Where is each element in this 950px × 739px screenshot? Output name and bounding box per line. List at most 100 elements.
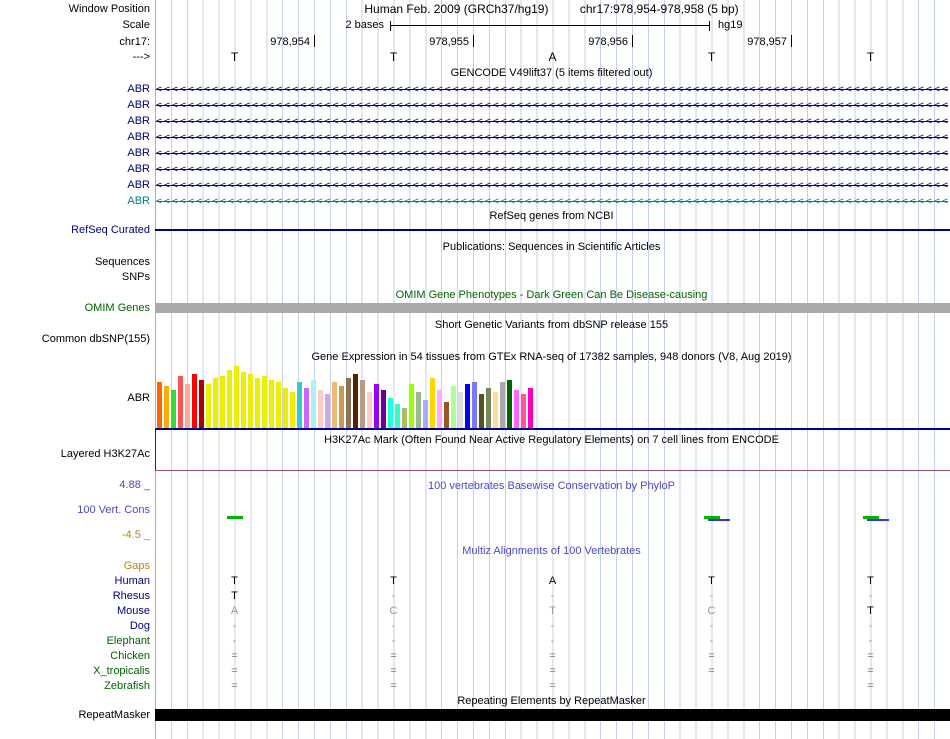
gtex-track-title[interactable]: Gene Expression in 54 tissues from GTEx … (155, 351, 948, 364)
gencode-item-label[interactable]: ABR (0, 147, 150, 160)
gtex-expression-bar[interactable] (192, 374, 197, 428)
gtex-expression-bar[interactable] (171, 390, 176, 428)
common-dbsnp-label[interactable]: Common dbSNP(155) (0, 333, 150, 346)
gtex-expression-bar[interactable] (409, 384, 414, 428)
gtex-expression-bar[interactable] (339, 386, 344, 428)
gtex-expression-bar[interactable] (493, 392, 498, 428)
refseq-track-title[interactable]: RefSeq genes from NCBI (155, 210, 948, 223)
gtex-expression-bar[interactable] (416, 392, 421, 428)
gencode-transcript[interactable]: <<<<<<<<<<<<<<<<<<<<<<<<<<<<<<<<<<<<<<<<… (156, 115, 948, 128)
gtex-expression-bar[interactable] (199, 380, 204, 428)
gtex-expression-bar[interactable] (332, 382, 337, 428)
multiz-species-label[interactable]: Gaps (0, 560, 150, 573)
gencode-item-label[interactable]: ABR (0, 179, 150, 192)
gtex-expression-bar[interactable] (185, 384, 190, 428)
gtex-expression-bar[interactable] (479, 394, 484, 428)
omim-genes-label[interactable]: OMIM Genes (0, 302, 150, 315)
gtex-expression-bar[interactable] (234, 366, 239, 428)
gtex-expression-bar[interactable] (423, 400, 428, 428)
gtex-expression-bar[interactable] (444, 402, 449, 428)
gencode-transcript[interactable]: <<<<<<<<<<<<<<<<<<<<<<<<<<<<<<<<<<<<<<<<… (156, 131, 948, 144)
multiz-species-label[interactable]: X_tropicalis (0, 665, 150, 678)
publications-snps-label[interactable]: SNPs (0, 271, 150, 284)
gencode-item-label[interactable]: ABR (0, 115, 150, 128)
gencode-track-title[interactable]: GENCODE V49lift37 (5 items filtered out) (155, 67, 948, 80)
publications-track-title[interactable]: Publications: Sequences in Scientific Ar… (155, 241, 948, 254)
multiz-track-title[interactable]: Multiz Alignments of 100 Vertebrates (155, 545, 948, 558)
gtex-expression-bar[interactable] (388, 398, 393, 428)
gtex-expression-bar[interactable] (437, 390, 442, 428)
gtex-expression-bar[interactable] (325, 394, 330, 428)
multiz-species-label[interactable]: Elephant (0, 635, 150, 648)
gencode-transcript[interactable]: <<<<<<<<<<<<<<<<<<<<<<<<<<<<<<<<<<<<<<<<… (156, 147, 948, 160)
gencode-item-label[interactable]: ABR (0, 131, 150, 144)
repeatmasker-element-bar[interactable] (155, 709, 950, 721)
gtex-expression-bar[interactable] (318, 390, 323, 428)
gtex-expression-bar[interactable] (206, 384, 211, 428)
gtex-expression-bar[interactable] (458, 392, 463, 428)
gencode-item-label[interactable]: ABR (0, 83, 150, 96)
gtex-expression-bar[interactable] (374, 384, 379, 428)
repeatmasker-track-title[interactable]: Repeating Elements by RepeatMasker (155, 695, 948, 708)
gtex-expression-bar[interactable] (507, 380, 512, 428)
gencode-transcript[interactable]: <<<<<<<<<<<<<<<<<<<<<<<<<<<<<<<<<<<<<<<<… (156, 99, 948, 112)
gtex-expression-bar[interactable] (353, 374, 358, 428)
vert-cons-label[interactable]: 100 Vert. Cons (0, 504, 150, 517)
gtex-expression-bar[interactable] (213, 378, 218, 428)
gtex-expression-bar[interactable] (276, 382, 281, 428)
gtex-expression-bar[interactable] (255, 378, 260, 428)
gtex-expression-bar[interactable] (220, 376, 225, 428)
dbsnp-track-title[interactable]: Short Genetic Variants from dbSNP releas… (155, 319, 948, 332)
multiz-species-label[interactable]: Human (0, 575, 150, 588)
multiz-species-label[interactable]: Zebrafish (0, 680, 150, 693)
gtex-expression-bar[interactable] (486, 388, 491, 428)
gtex-expression-bar[interactable] (262, 376, 267, 428)
gtex-expression-bar[interactable] (248, 374, 253, 428)
gtex-expression-bar[interactable] (269, 380, 274, 428)
gtex-expression-bar[interactable] (514, 390, 519, 428)
gtex-expression-bar[interactable] (346, 378, 351, 428)
multiz-species-label[interactable]: Chicken (0, 650, 150, 663)
gtex-expression-bar[interactable] (227, 370, 232, 428)
gtex-expression-bar[interactable] (472, 382, 477, 428)
gtex-expression-bar[interactable] (164, 386, 169, 428)
multiz-species-label[interactable]: Rhesus (0, 590, 150, 603)
omim-gene-bar[interactable] (155, 303, 950, 313)
refseq-curated-label[interactable]: RefSeq Curated (0, 224, 150, 237)
phylop-track-title[interactable]: 100 vertebrates Basewise Conservation by… (155, 480, 948, 493)
refseq-curated-gene-bar[interactable] (155, 229, 950, 231)
gencode-transcript[interactable]: <<<<<<<<<<<<<<<<<<<<<<<<<<<<<<<<<<<<<<<<… (156, 179, 948, 192)
gtex-expression-bar[interactable] (241, 372, 246, 428)
publications-sequences-label[interactable]: Sequences (0, 256, 150, 269)
gtex-gene-label[interactable]: ABR (0, 392, 150, 405)
gtex-expression-bar[interactable] (395, 404, 400, 428)
gtex-expression-bar[interactable] (367, 392, 372, 428)
gtex-expression-bar[interactable] (465, 384, 470, 428)
gencode-item-label[interactable]: ABR (0, 163, 150, 176)
gtex-expression-bar[interactable] (402, 408, 407, 428)
gtex-expression-bar[interactable] (430, 378, 435, 428)
h3k27ac-track-title[interactable]: H3K27Ac Mark (Often Found Near Active Re… (155, 434, 948, 447)
gtex-expression-bar[interactable] (290, 392, 295, 428)
gencode-transcript[interactable]: <<<<<<<<<<<<<<<<<<<<<<<<<<<<<<<<<<<<<<<<… (156, 83, 948, 96)
gtex-expression-bar[interactable] (178, 376, 183, 428)
gtex-expression-bar[interactable] (297, 382, 302, 428)
gencode-item-label[interactable]: ABR (0, 195, 150, 208)
multiz-species-label[interactable]: Mouse (0, 605, 150, 618)
gtex-expression-bar[interactable] (157, 382, 162, 428)
omim-track-title[interactable]: OMIM Gene Phenotypes - Dark Green Can Be… (155, 289, 948, 302)
gtex-expression-bar[interactable] (521, 394, 526, 428)
gencode-item-label[interactable]: ABR (0, 99, 150, 112)
gtex-expression-bar[interactable] (381, 390, 386, 428)
repeatmasker-label[interactable]: RepeatMasker (0, 709, 150, 722)
multiz-species-label[interactable]: Dog (0, 620, 150, 633)
gtex-expression-bar[interactable] (451, 386, 456, 428)
gtex-expression-bar[interactable] (311, 380, 316, 428)
layered-h3k27ac-label[interactable]: Layered H3K27Ac (0, 448, 150, 461)
gtex-expression-bar[interactable] (360, 380, 365, 428)
gencode-transcript[interactable]: <<<<<<<<<<<<<<<<<<<<<<<<<<<<<<<<<<<<<<<<… (156, 163, 948, 176)
gtex-expression-bar[interactable] (304, 388, 309, 428)
gtex-expression-bar[interactable] (283, 388, 288, 428)
gtex-expression-bar[interactable] (528, 388, 533, 428)
gencode-transcript[interactable]: <<<<<<<<<<<<<<<<<<<<<<<<<<<<<<<<<<<<<<<<… (156, 195, 948, 208)
